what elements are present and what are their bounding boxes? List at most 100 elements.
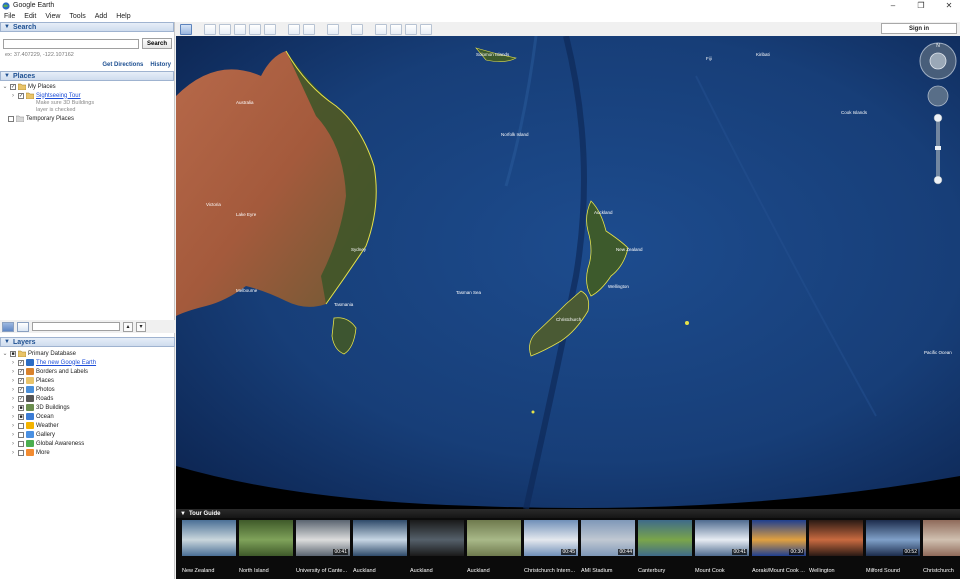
tour-thumbnail[interactable] xyxy=(410,520,464,556)
layer-item[interactable]: › ✓ Borders and Labels xyxy=(2,367,175,376)
tour-label[interactable]: Auckland xyxy=(410,568,466,574)
get-directions-link[interactable]: Get Directions xyxy=(102,62,143,68)
sightseeing-tour-link[interactable]: Sightseeing Tour xyxy=(36,93,81,99)
layers-panel-header[interactable]: ▼ Layers xyxy=(0,337,175,347)
search-panel-header[interactable]: ▼ Search xyxy=(0,22,174,32)
tour-label[interactable]: Aoraki/Mount Cook ... xyxy=(752,568,808,574)
expand-arrow-icon[interactable]: › xyxy=(10,360,16,366)
record-tour-button[interactable] xyxy=(264,23,276,35)
path-button[interactable] xyxy=(234,23,246,35)
layer-item[interactable]: › ■ 3D Buildings xyxy=(2,403,175,412)
email-button[interactable] xyxy=(375,23,387,35)
menu-add[interactable]: Add xyxy=(95,13,107,20)
tour-thumbnail[interactable] xyxy=(467,520,521,556)
search-input[interactable] xyxy=(3,38,139,49)
expand-arrow-icon[interactable]: › xyxy=(10,369,16,375)
save-image-button[interactable] xyxy=(405,23,417,35)
layer-item[interactable]: › ■ Ocean xyxy=(2,412,175,421)
look-joystick-icon[interactable] xyxy=(927,85,949,107)
search-places-button[interactable] xyxy=(2,321,14,332)
expand-arrow-icon[interactable]: › xyxy=(10,396,16,402)
expand-arrow-icon[interactable]: ⌄ xyxy=(2,350,8,357)
checkbox[interactable] xyxy=(8,115,14,122)
tour-thumbnail[interactable] xyxy=(638,520,692,556)
polygon-button[interactable] xyxy=(219,23,231,35)
checkbox[interactable]: ■ xyxy=(10,350,16,357)
expand-arrow-icon[interactable]: › xyxy=(10,423,16,429)
tree-item-temporary-places[interactable]: Temporary Places xyxy=(2,114,174,123)
tour-thumbnail[interactable]: 00:41 xyxy=(296,520,350,556)
layer-checkbox[interactable]: ■ xyxy=(18,413,24,420)
menu-file[interactable]: File xyxy=(4,13,15,20)
menu-edit[interactable]: Edit xyxy=(24,13,36,20)
sidebar-toggle-button[interactable] xyxy=(17,321,29,332)
tour-thumbnail[interactable] xyxy=(182,520,236,556)
restore-button[interactable]: ❐ xyxy=(916,0,926,11)
map-view[interactable]: Australia Lake Eyre Victoria Sydney Melb… xyxy=(176,36,960,509)
tour-label[interactable]: Mount Cook xyxy=(695,568,751,574)
layer-checkbox[interactable] xyxy=(18,431,24,438)
tour-label[interactable]: University of Cante... xyxy=(296,568,352,574)
placemark-button[interactable] xyxy=(204,23,216,35)
menu-view[interactable]: View xyxy=(45,13,60,20)
tour-label[interactable]: Christchurch xyxy=(923,568,960,574)
layer-item[interactable]: › ✓ The new Google Earth xyxy=(2,358,175,367)
search-button[interactable]: Search xyxy=(141,38,172,49)
tour-thumbnail[interactable]: 00:45 xyxy=(524,520,578,556)
tree-item-my-places[interactable]: ⌄ ✓ My Places xyxy=(2,82,174,91)
history-link[interactable]: History xyxy=(150,62,171,68)
print-button[interactable] xyxy=(390,23,402,35)
layer-item[interactable]: › Global Awareness xyxy=(2,439,175,448)
expand-arrow-icon[interactable]: › xyxy=(10,93,16,99)
expand-arrow-icon[interactable]: ⌄ xyxy=(2,83,8,90)
layer-checkbox[interactable]: ✓ xyxy=(18,359,24,366)
tour-thumbnail[interactable] xyxy=(239,520,293,556)
close-button[interactable]: ✕ xyxy=(944,0,954,11)
tour-thumbnail[interactable]: 00:44 xyxy=(581,520,635,556)
checkbox[interactable]: ✓ xyxy=(18,92,24,99)
layer-item[interactable]: › Gallery xyxy=(2,430,175,439)
tour-thumbnail[interactable]: 00:30 xyxy=(752,520,806,556)
expand-arrow-icon[interactable]: › xyxy=(10,378,16,384)
expand-arrow-icon[interactable]: › xyxy=(10,414,16,420)
tour-thumbnail[interactable] xyxy=(923,520,960,556)
sunlight-button[interactable] xyxy=(303,23,315,35)
tour-label[interactable]: North Island xyxy=(239,568,295,574)
tour-label[interactable]: Milford Sound xyxy=(866,568,922,574)
layer-item[interactable]: › ✓ Roads xyxy=(2,394,175,403)
layer-item[interactable]: › ✓ Places xyxy=(2,376,175,385)
expand-arrow-icon[interactable]: › xyxy=(10,405,16,411)
tour-thumbnail[interactable] xyxy=(809,520,863,556)
tour-thumbnail[interactable]: 00:52 xyxy=(866,520,920,556)
menu-tools[interactable]: Tools xyxy=(69,13,85,20)
expand-arrow-icon[interactable]: › xyxy=(10,432,16,438)
layer-checkbox[interactable]: ✓ xyxy=(18,386,24,393)
ruler-button[interactable] xyxy=(351,23,363,35)
tree-item-sightseeing[interactable]: › ✓ Sightseeing Tour xyxy=(2,91,174,100)
navigation-compass-icon[interactable]: N xyxy=(919,42,957,80)
planets-button[interactable] xyxy=(327,23,339,35)
layer-checkbox[interactable]: ✓ xyxy=(18,395,24,402)
layer-checkbox[interactable] xyxy=(18,449,24,456)
tour-thumbnail[interactable]: 00:41 xyxy=(695,520,749,556)
tour-label[interactable]: Canterbury xyxy=(638,568,694,574)
expand-arrow-icon[interactable]: › xyxy=(10,387,16,393)
layer-item[interactable]: › Weather xyxy=(2,421,175,430)
tour-label[interactable]: Wellington xyxy=(809,568,865,574)
tour-label[interactable]: Auckland xyxy=(353,568,409,574)
tour-thumbnail[interactable] xyxy=(353,520,407,556)
move-down-arrow-icon[interactable]: ▾ xyxy=(136,321,146,332)
layer-checkbox[interactable]: ■ xyxy=(18,404,24,411)
layer-checkbox[interactable] xyxy=(18,440,24,447)
layer-checkbox[interactable] xyxy=(18,422,24,429)
places-filter-input[interactable] xyxy=(32,322,120,331)
tour-guide-header[interactable]: ▼ Tour Guide xyxy=(176,509,960,518)
expand-arrow-icon[interactable]: › xyxy=(10,450,16,456)
earth-globe[interactable]: Australia Lake Eyre Victoria Sydney Melb… xyxy=(176,36,960,509)
view-in-maps-button[interactable] xyxy=(420,23,432,35)
layer-checkbox[interactable]: ✓ xyxy=(18,368,24,375)
layer-checkbox[interactable]: ✓ xyxy=(18,377,24,384)
tour-label[interactable]: New Zealand xyxy=(182,568,238,574)
move-up-arrow-icon[interactable]: ▴ xyxy=(123,321,133,332)
layer-item[interactable]: › ✓ Photos xyxy=(2,385,175,394)
